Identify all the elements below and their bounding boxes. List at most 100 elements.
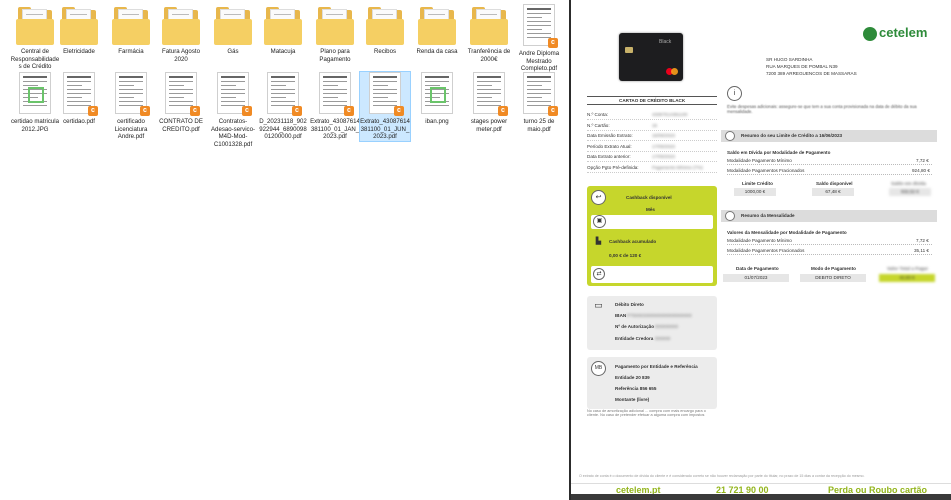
limite-col-2-value: 67,48 € bbox=[812, 188, 854, 196]
file-item[interactable]: c certidao.pdf bbox=[54, 72, 104, 126]
folder-item[interactable]: Central de Responsabilidades de Crédito bbox=[10, 4, 60, 71]
file-item[interactable]: c certificado Licenciatura Andre.pdf bbox=[106, 72, 156, 141]
field-value: 16 bbox=[652, 122, 658, 128]
pdf-thumbnail-icon: c bbox=[214, 72, 252, 116]
cashback-acum-title: Cashback acumulado bbox=[609, 239, 657, 244]
file-label: D_20231118_902922944_689009801200000.pdf bbox=[259, 118, 307, 141]
pdf-thumbnail-icon: c bbox=[264, 72, 302, 116]
mensalidade-row-2-value: 35,11 € bbox=[914, 248, 929, 253]
debito-title: Débito Direto bbox=[615, 302, 644, 307]
limite-col-2-header: Saldo disponível bbox=[816, 181, 853, 186]
cashback-month: Mês bbox=[646, 207, 655, 212]
file-item[interactable]: c CONTRATO DE CREDITO.pdf bbox=[156, 72, 206, 133]
folder-item[interactable]: Renda da casa bbox=[412, 4, 462, 56]
mensalidade-col-1-value: 01/07/2023 bbox=[723, 274, 789, 282]
address-street: RUA MARQUES DE POMBAL N39 bbox=[766, 64, 838, 69]
pdf-thumbnail-icon: c bbox=[112, 72, 150, 116]
mensalidade-subtitle: Valores da Mensalidade por Modalidade de… bbox=[727, 230, 847, 235]
limite-col-3-header: Saldo em dívida bbox=[891, 181, 926, 186]
file-label: Gás bbox=[227, 48, 239, 55]
field-label: Data Extrato anterior: bbox=[587, 154, 631, 159]
mensalidade-col-3-value: 42,83 € bbox=[879, 274, 935, 282]
file-label: iban.png bbox=[425, 118, 449, 125]
file-label: Fatura Agosto 2020 bbox=[162, 48, 200, 63]
pdf-app-icon: c bbox=[394, 106, 404, 116]
folder-item[interactable]: Recibos bbox=[360, 4, 410, 56]
credit-card-image: Black bbox=[619, 33, 683, 81]
folder-item[interactable]: Eletricidade bbox=[54, 4, 104, 56]
entity-value: 000000 bbox=[655, 336, 671, 341]
folder-item[interactable]: Matacuja bbox=[258, 4, 308, 56]
wallet-icon: ▣ bbox=[593, 215, 606, 228]
pdf-app-icon: c bbox=[548, 38, 558, 48]
pdf-app-icon: c bbox=[548, 106, 558, 116]
folder-item[interactable]: Fatura Agosto 2020 bbox=[156, 4, 206, 63]
footnote: No caso de amortização adicional ... com… bbox=[587, 409, 706, 417]
pdf-app-icon: c bbox=[190, 106, 200, 116]
resumo-limite-title: Resumo do seu Limite de Crédito a 16/06/… bbox=[741, 133, 843, 138]
field-label: Data Emissão Extrato: bbox=[587, 133, 633, 138]
file-label: certidao.pdf bbox=[63, 118, 95, 125]
viewer-toolbar[interactable] bbox=[571, 494, 951, 500]
entity-label: Entidade Credora bbox=[615, 336, 654, 341]
folder-icon bbox=[162, 6, 200, 46]
pdf-viewer[interactable]: Black cetelem SR HUGO SARDINHA RUA MARQU… bbox=[569, 0, 951, 500]
folder-item[interactable]: Gás bbox=[208, 4, 258, 56]
desktop: Central de Responsabilidades de Crédito E… bbox=[0, 0, 951, 500]
file-item[interactable]: c turno 25 de maio.pdf bbox=[514, 72, 564, 133]
file-label: Farmácia bbox=[118, 48, 144, 55]
limite-col-1-value: 1000,00 € bbox=[734, 188, 776, 196]
folder-item[interactable]: Plano para Pagamento bbox=[310, 4, 360, 63]
file-item[interactable]: c stages power meter.pdf bbox=[464, 72, 514, 133]
file-label: Central de Responsabilidades de Crédito bbox=[10, 48, 60, 71]
file-item[interactable]: c Extrato_43087614381100_01_JAN_2023.pdf bbox=[310, 72, 360, 141]
file-item[interactable]: certidao matricula 2012.JPG bbox=[10, 72, 60, 133]
notice-text: Evite despesas adicionais: assegure-se q… bbox=[727, 104, 917, 114]
folder-icon bbox=[316, 6, 354, 46]
address-city: 7200 389 ARREGUENCOS DE MASSARAS bbox=[766, 71, 857, 76]
folder-item[interactable]: Farmácia bbox=[106, 4, 156, 56]
file-item[interactable]: iban.png bbox=[412, 72, 462, 126]
field-value: 17/05/2023 bbox=[652, 143, 675, 149]
file-label: CONTRATO DE CREDITO.pdf bbox=[159, 118, 203, 133]
cashback-title: Cashback disponível bbox=[626, 195, 672, 200]
pdf-app-icon: c bbox=[88, 106, 98, 116]
card-text: Black bbox=[659, 39, 672, 45]
cetelem-logo-icon bbox=[863, 27, 877, 41]
folder-icon bbox=[264, 6, 302, 46]
file-label: turno 25 de maio.pdf bbox=[523, 118, 555, 133]
pdf-thumbnail-icon: c bbox=[520, 4, 558, 48]
auth-label: Nº de Autorização bbox=[615, 324, 655, 329]
field-label: N.º Conta: bbox=[587, 112, 609, 117]
mensalidade-col-2-value: DEBITO DIRETO bbox=[800, 274, 866, 282]
resumo-mensalidade-title: Resumo da Mensalidade bbox=[741, 213, 795, 218]
pdf-app-icon: c bbox=[242, 106, 252, 116]
file-label: certidao matricula 2012.JPG bbox=[10, 118, 60, 133]
limite-row-1-value: 7,72 € bbox=[916, 158, 929, 163]
cashback-bottom-box bbox=[591, 266, 713, 283]
card-icon: ▭ bbox=[594, 300, 603, 310]
file-item[interactable]: c Andre Diploma Mestrado Completo.pdf bbox=[514, 4, 564, 73]
folder-item[interactable]: Tranferência de 2000€ bbox=[464, 4, 514, 63]
file-label: Extrato_43087614381100_01_JAN_2023.pdf bbox=[310, 118, 360, 141]
pdf-thumbnail-icon: c bbox=[470, 72, 508, 116]
field-value: 43087614381100 bbox=[652, 112, 688, 117]
mensalidade-col-2-header: Modo de Pagamento bbox=[811, 266, 856, 271]
file-item[interactable]: c Extrato_43087614381100_01_JUN_2023.pdf bbox=[359, 71, 411, 142]
pdf-app-icon: c bbox=[140, 106, 150, 116]
pagamento-entity: Entidade 20 839 bbox=[615, 375, 650, 380]
mensalidade-row-1-label: Modalidade Pagamento Mínimo bbox=[727, 238, 792, 243]
file-item[interactable]: c D_20231118_902922944_689009801200000.pd… bbox=[258, 72, 308, 141]
field-value: Pagamento Mínimo (7%) bbox=[652, 164, 703, 170]
back-arrow-icon: ↩ bbox=[591, 190, 606, 205]
pdf-app-icon: c bbox=[292, 106, 302, 116]
resumo-limite-subtitle: Saldo em Dívida por Modalidade de Pagame… bbox=[727, 150, 831, 155]
cart-icon: ⇄ bbox=[593, 268, 605, 280]
file-item[interactable]: c Contratos-Adesao-servico-M4D-Mod-C10013… bbox=[208, 72, 258, 148]
image-thumbnail-icon bbox=[16, 72, 54, 116]
chart-icon: ▙ bbox=[595, 238, 602, 245]
mensalidade-row-2-label: Modalidade Pagamentos Fracionados bbox=[727, 248, 805, 253]
file-label: certificado Licenciatura Andre.pdf bbox=[114, 118, 148, 141]
field-value: 16/06/2023 bbox=[652, 133, 675, 138]
pdf-app-icon: c bbox=[344, 106, 354, 116]
